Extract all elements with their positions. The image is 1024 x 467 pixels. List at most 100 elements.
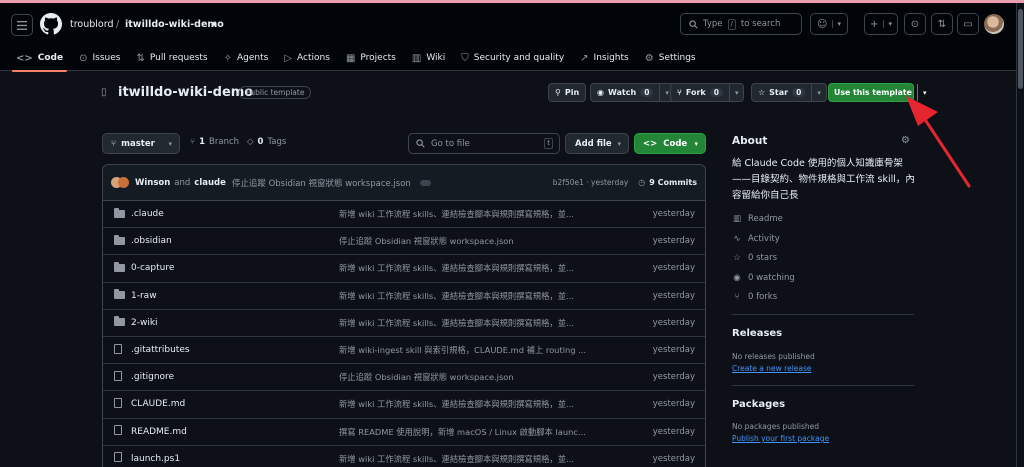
tags-link[interactable]: ◇ 0 Tags bbox=[247, 137, 286, 147]
activity-link[interactable]: ∿ Activity bbox=[732, 234, 779, 244]
folder-icon bbox=[114, 234, 126, 248]
file-name[interactable]: .gitattributes bbox=[126, 345, 339, 355]
watch-button[interactable]: ◉ Watch 0 ▾ bbox=[590, 83, 675, 102]
pin-button[interactable]: ⚲ Pin bbox=[548, 83, 587, 102]
gear-icon[interactable]: ⚙ bbox=[901, 135, 910, 146]
go-to-file-input[interactable]: Go to file t bbox=[408, 133, 560, 154]
fork-button[interactable]: ⑂ Fork 0 ▾ bbox=[670, 83, 745, 102]
table-row[interactable]: README.md 撰寫 README 使用說明，新增 macOS / Linux… bbox=[103, 419, 705, 446]
file-name[interactable]: .obsidian bbox=[126, 236, 339, 246]
commit-coauthor[interactable]: claude bbox=[194, 178, 226, 188]
chevron-down-icon: ▾ bbox=[168, 139, 172, 148]
star-icon: ☆ bbox=[733, 253, 741, 263]
table-row[interactable]: 0-capture 新增 wiki 工作流程 skills、連結檢查腳本與規則撰寫… bbox=[103, 255, 705, 283]
star-button[interactable]: ☆ Star 0 ▾ bbox=[751, 83, 827, 102]
tab-agents[interactable]: ✧ Agents bbox=[216, 45, 277, 71]
file-commit-message[interactable]: 新增 wiki 工作流程 skills、連結檢查腳本與規則撰寫規格，並... bbox=[339, 398, 591, 410]
forks-link[interactable]: ⑂ 0 forks bbox=[732, 292, 777, 302]
tab-code[interactable]: <> Code bbox=[8, 45, 71, 72]
file-name[interactable]: launch.ps1 bbox=[126, 454, 339, 464]
tab-security[interactable]: ⛉ Security and quality bbox=[453, 45, 572, 71]
file-name[interactable]: .claude bbox=[126, 209, 339, 219]
breadcrumb-owner[interactable]: troublord bbox=[70, 19, 114, 30]
page-scrollbar[interactable] bbox=[1016, 3, 1024, 467]
file-commit-message[interactable]: 新增 wiki 工作流程 skills、連結檢查腳本與規則撰寫規格，並... bbox=[339, 262, 591, 274]
code-button[interactable]: <> Code ▾ bbox=[634, 133, 706, 154]
tab-projects[interactable]: ▦ Projects bbox=[338, 45, 404, 71]
watching-link[interactable]: ◉ 0 watching bbox=[732, 273, 795, 283]
chevron-down-icon[interactable]: ▾ bbox=[811, 84, 826, 101]
file-name[interactable]: .gitignore bbox=[126, 372, 339, 382]
search-input[interactable]: Type / to search bbox=[680, 13, 802, 35]
file-commit-message[interactable]: 新增 wiki 工作流程 skills、連結檢查腳本與規則撰寫規格，並... bbox=[339, 208, 591, 220]
tab-actions[interactable]: ▷ Actions bbox=[276, 45, 338, 71]
chevron-down-icon[interactable]: ▾ bbox=[728, 84, 744, 101]
chevron-down-icon[interactable]: ▾ bbox=[916, 84, 932, 101]
commit-author[interactable]: Winson bbox=[135, 178, 170, 188]
table-row[interactable]: .gitignore 停止追蹤 Obsidian 視窗狀態 workspace.j… bbox=[103, 364, 705, 392]
readme-link[interactable]: ▥ Readme bbox=[732, 214, 783, 224]
file-commit-message[interactable]: 新增 wiki 工作流程 skills、連結檢查腳本與規則撰寫規格，並... bbox=[339, 453, 591, 465]
user-avatar[interactable] bbox=[984, 14, 1004, 34]
file-name[interactable]: 2-wiki bbox=[126, 318, 339, 328]
github-logo-icon[interactable] bbox=[40, 13, 62, 35]
search-placeholder: Type bbox=[703, 19, 723, 29]
chevron-down-icon: ▾ bbox=[617, 139, 621, 148]
tab-wiki[interactable]: ▥ Wiki bbox=[404, 45, 453, 71]
file-name[interactable]: 0-capture bbox=[126, 263, 339, 273]
use-template-button[interactable]: Use this template ▾ bbox=[828, 83, 926, 102]
tab-label: Agents bbox=[237, 53, 269, 63]
commit-sha[interactable]: b2f50e1 · yesterday bbox=[553, 178, 629, 187]
search-placeholder-suffix: to search bbox=[740, 19, 781, 29]
releases-heading[interactable]: Releases bbox=[732, 328, 782, 339]
pull-requests-button[interactable]: ⇅ bbox=[931, 13, 953, 35]
issues-button[interactable]: ⊙ bbox=[904, 13, 926, 35]
chevron-down-icon[interactable]: ▾ bbox=[212, 20, 216, 29]
file-commit-message[interactable]: 停止追蹤 Obsidian 視窗狀態 workspace.json bbox=[339, 371, 591, 383]
star-label: Star bbox=[769, 88, 789, 97]
tab-settings[interactable]: ⚙ Settings bbox=[637, 45, 704, 71]
file-name[interactable]: CLAUDE.md bbox=[126, 399, 339, 409]
global-header: troublord / itwilldo-wiki-demo ▾ Type / … bbox=[0, 3, 1016, 72]
avatar[interactable] bbox=[118, 177, 129, 188]
breadcrumb-repo[interactable]: itwilldo-wiki-demo bbox=[125, 19, 224, 30]
commit-message[interactable]: 停止追蹤 Obsidian 視窗狀態 workspace.json bbox=[232, 177, 411, 189]
repo-title[interactable]: itwilldo-wiki-demo bbox=[118, 85, 253, 100]
pull-request-icon: ⇅ bbox=[136, 52, 145, 64]
tab-insights[interactable]: ↗ Insights bbox=[572, 45, 637, 71]
file-commit-message[interactable]: 新增 wiki-ingest skill 與索引規格，CLAUDE.md 補上 … bbox=[339, 344, 591, 356]
table-row[interactable]: .claude 新增 wiki 工作流程 skills、連結檢查腳本與規則撰寫規格… bbox=[103, 201, 705, 229]
file-commit-message[interactable]: 新增 wiki 工作流程 skills、連結檢查腳本與規則撰寫規格，並... bbox=[339, 317, 591, 329]
table-row[interactable]: 1-raw 新增 wiki 工作流程 skills、連結檢查腳本與規則撰寫規格，並… bbox=[103, 283, 705, 310]
table-row[interactable]: .obsidian 停止追蹤 Obsidian 視窗狀態 workspace.js… bbox=[103, 228, 705, 256]
packages-heading[interactable]: Packages bbox=[732, 399, 785, 410]
copilot-button[interactable]: ☺ ▾ bbox=[810, 13, 848, 35]
commits-link[interactable]: ◷ 9 Commits bbox=[638, 178, 697, 187]
use-template-label: Use this template bbox=[834, 88, 912, 97]
stars-link[interactable]: ☆ 0 stars bbox=[732, 253, 777, 263]
scrollbar-thumb[interactable] bbox=[1018, 9, 1023, 89]
table-row[interactable]: 2-wiki 新增 wiki 工作流程 skills、連結檢查腳本與規則撰寫規格，… bbox=[103, 310, 705, 337]
publish-package-link[interactable]: Publish your first package bbox=[732, 434, 829, 443]
tab-issues[interactable]: ⊙ Issues bbox=[71, 45, 128, 71]
table-row[interactable]: .gitattributes 新增 wiki-ingest skill 與索引規格… bbox=[103, 337, 705, 365]
file-commit-message[interactable]: 停止追蹤 Obsidian 視窗狀態 workspace.json bbox=[339, 235, 591, 247]
table-row[interactable]: CLAUDE.md 新增 wiki 工作流程 skills、連結檢查腳本與規則撰寫… bbox=[103, 391, 705, 419]
tab-pull-requests[interactable]: ⇅ Pull requests bbox=[128, 45, 215, 71]
branches-link[interactable]: ⑂ 1 Branch bbox=[190, 137, 239, 147]
tab-label: Actions bbox=[297, 53, 330, 63]
shield-icon: ⛉ bbox=[461, 52, 469, 64]
file-commit-message[interactable]: 撰寫 README 使用說明，新增 macOS / Linux 啟動腳本 lau… bbox=[339, 426, 591, 438]
code-label: Code bbox=[663, 138, 688, 149]
create-release-link[interactable]: Create a new release bbox=[732, 364, 812, 373]
branch-selector[interactable]: ⑂ master ▾ bbox=[102, 133, 180, 154]
add-file-button[interactable]: Add file ▾ bbox=[565, 133, 629, 154]
file-name[interactable]: 1-raw bbox=[126, 291, 339, 301]
expand-commit-button[interactable] bbox=[419, 179, 431, 186]
file-name[interactable]: README.md bbox=[126, 427, 339, 437]
menu-button[interactable] bbox=[11, 14, 33, 36]
inbox-button[interactable]: ▭ bbox=[957, 13, 979, 35]
table-row[interactable]: launch.ps1 新增 wiki 工作流程 skills、連結檢查腳本與規則撰… bbox=[103, 446, 705, 467]
create-new-button[interactable]: + ▾ bbox=[864, 13, 898, 35]
file-commit-message[interactable]: 新增 wiki 工作流程 skills、連結檢查腳本與規則撰寫規格，並... bbox=[339, 290, 591, 302]
